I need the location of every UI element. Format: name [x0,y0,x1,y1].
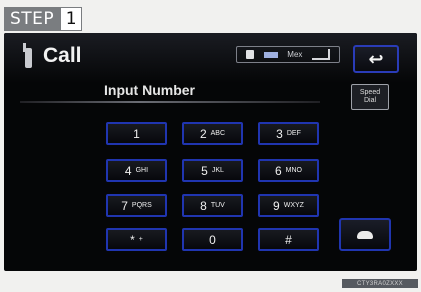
step-label: STEP [4,7,61,31]
keypad-key[interactable]: 6 MNO [258,159,319,182]
key-letters: DEF [286,130,301,137]
call-button[interactable] [339,218,391,251]
battery-icon [263,51,278,58]
key-letters: PQRS [131,202,152,209]
input-number-label: Input Number [104,82,195,98]
key-letters: ABC [210,130,226,137]
back-button[interactable]: ↩ [353,45,399,73]
keypad-key[interactable]: 9 WXYZ [258,194,319,217]
key-digit: 6 [274,163,282,178]
keypad-key[interactable]: 4 GHI [106,159,167,182]
keypad-key[interactable]: # [258,228,319,251]
step-badge: STEP 1 [4,7,83,31]
keypad-key[interactable]: 2 ABC [182,122,243,145]
number-display-divider [20,101,320,103]
key-digit: 1 [133,126,140,141]
phone-status-indicator: Mex [236,46,340,63]
key-digit: 9 [273,198,280,213]
key-letters: + [138,236,143,243]
key-letters: JKL [211,167,224,174]
key-letters: WXYZ [283,202,304,209]
speed-dial-label-line2: Dial [363,97,377,104]
key-digit: 7 [121,198,128,213]
bluetooth-icon [245,50,254,59]
key-letters: MNO [285,167,303,174]
speed-dial-button[interactable]: Speed Dial [351,84,389,110]
navigation-screen: Call Mex ↩ Input Number Speed Dial 1 2 ABC… [4,33,417,271]
keypad-key[interactable]: 7 PQRS [106,194,167,217]
keypad-key[interactable]: * + [106,228,167,251]
keypad-key[interactable]: 8 TUV [182,194,243,217]
key-digit: 0 [209,232,216,247]
speed-dial-label-line1: Speed [359,89,381,96]
key-digit: 3 [276,126,283,141]
signal-strength-icon [312,49,331,60]
carrier-label: Mex [287,50,303,59]
key-letters: TUV [210,202,225,209]
key-digit: 8 [200,198,207,213]
key-digit: # [285,232,292,247]
key-digit: 4 [124,163,132,178]
keypad-key[interactable]: 3 DEF [258,122,319,145]
figure-code: CTY3RA0ZXXX [342,279,418,288]
key-digit: 5 [201,163,208,178]
back-arrow-icon: ↩ [368,48,384,69]
page-title: Call [43,44,82,67]
keypad-key[interactable]: 1 [106,122,167,145]
keypad-key[interactable]: 5 JKL [182,159,243,182]
key-digit: 2 [199,126,207,141]
keypad-key[interactable]: 0 [182,228,243,251]
key-letters: GHI [135,167,149,174]
phone-icon [22,43,35,69]
handset-icon [357,230,373,239]
header-title-area: Call [22,43,82,69]
step-number: 1 [60,7,83,31]
key-digit: * [130,232,135,247]
